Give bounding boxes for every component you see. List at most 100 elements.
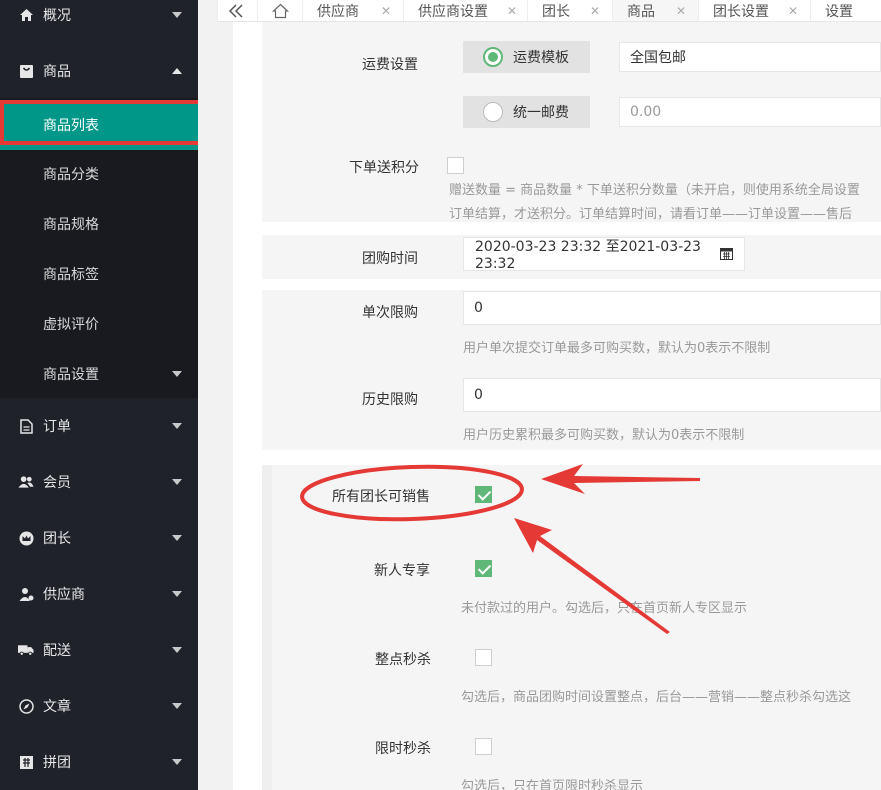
nav-supplier-label: 供应商: [43, 587, 85, 603]
radio-checked-icon: [483, 47, 503, 67]
sidebar-item-goods-spec[interactable]: 商品规格: [0, 199, 198, 249]
card-edge: [262, 465, 272, 790]
tab-goods[interactable]: 商品 ✕: [612, 0, 698, 21]
input-value: 2020-03-23 23:32 至2021-03-23 23:32: [475, 239, 701, 272]
tab-supplier[interactable]: 供应商 ✕: [302, 0, 403, 21]
users-icon: [18, 474, 34, 490]
bag-icon: [18, 63, 34, 79]
close-icon[interactable]: ✕: [676, 4, 686, 18]
sidebar-item-virtual-review[interactable]: 虚拟评价: [0, 299, 198, 349]
nav-article[interactable]: 文章: [0, 678, 198, 734]
nav-leader-label: 团长: [43, 531, 71, 547]
chevron-down-icon: [172, 759, 182, 765]
single-limit-label: 单次限购: [362, 305, 418, 321]
chevron-down-icon: [172, 647, 182, 653]
compass-icon: [18, 698, 34, 714]
shipping-template-radio[interactable]: 运费模板: [463, 41, 590, 73]
double-chevron-left-icon: [228, 4, 243, 18]
sidebar-item-label: 商品列表: [43, 118, 99, 134]
user-badge-icon: [18, 586, 34, 602]
select-value: 全国包邮: [630, 50, 686, 66]
limited-sale-label: 限时秒杀: [375, 741, 431, 757]
single-limit-help: 用户单次提交订单最多可购买数，默认为0表示不限制: [463, 341, 771, 356]
truck-icon: [18, 642, 34, 658]
chevron-down-icon: [172, 479, 182, 485]
nav-group[interactable]: 拼团: [0, 734, 198, 790]
nav-overview-label: 概况: [43, 8, 71, 24]
tab-label: 供应商设置: [418, 4, 488, 20]
sidebar-item-label: 商品分类: [43, 167, 99, 183]
history-limit-help: 用户历史累积最多可购买数，默认为0表示不限制: [463, 428, 745, 443]
sidebar-item-goods-settings[interactable]: 商品设置: [0, 349, 198, 399]
nav-leader[interactable]: 团长: [0, 510, 198, 566]
flash-sale-label: 整点秒杀: [375, 652, 431, 668]
input-value: 0: [474, 300, 483, 316]
shipping-label: 运费设置: [362, 57, 418, 73]
all-leaders-checkbox[interactable]: [475, 486, 492, 503]
close-icon[interactable]: ✕: [590, 4, 600, 18]
nav-group-label: 拼团: [43, 755, 71, 771]
nav-delivery[interactable]: 配送: [0, 622, 198, 678]
flat-shipping-input[interactable]: 0.00: [619, 97, 881, 127]
tab-bar: 供应商 ✕ 供应商设置 ✕ 团长 ✕ 商品 ✕ 团长设置 ✕ 设置: [217, 0, 881, 22]
crown-icon: [18, 530, 34, 546]
chevron-down-icon: [172, 371, 182, 377]
radio-unchecked-icon: [483, 102, 503, 122]
tab-label: 供应商: [317, 4, 359, 20]
tab-settings[interactable]: 设置: [810, 0, 881, 21]
tab-leader[interactable]: 团长 ✕: [527, 0, 612, 21]
sidebar-item-goods-tag[interactable]: 商品标签: [0, 249, 198, 299]
home-outline-icon: [272, 3, 289, 19]
history-limit-input[interactable]: 0: [463, 378, 881, 412]
order-points-checkbox[interactable]: [447, 157, 464, 174]
nav-order[interactable]: 订单: [0, 398, 198, 454]
flash-sale-checkbox[interactable]: [475, 649, 492, 666]
nav-supplier[interactable]: 供应商: [0, 566, 198, 622]
sidebar: 概况 商品 商品列表 商品分类 商品规格 商品标签 虚拟评价 商品设置 订单 会…: [0, 0, 198, 790]
nav-order-label: 订单: [43, 419, 71, 435]
nav-member[interactable]: 会员: [0, 454, 198, 510]
sidebar-item-goods-category[interactable]: 商品分类: [0, 149, 198, 199]
sidebar-item-goods-list[interactable]: 商品列表: [0, 100, 198, 150]
tab-supplier-settings[interactable]: 供应商设置 ✕: [403, 0, 527, 21]
limited-sale-checkbox[interactable]: [475, 738, 492, 755]
nav-article-label: 文章: [43, 699, 71, 715]
shipping-template-select[interactable]: 全国包邮: [619, 42, 881, 72]
chevron-down-icon: [172, 703, 182, 709]
group-time-input[interactable]: 2020-03-23 23:32 至2021-03-23 23:32: [463, 237, 745, 272]
sidebar-item-label: 虚拟评价: [43, 317, 99, 333]
radio-label: 统一邮费: [513, 105, 569, 121]
nav-delivery-label: 配送: [43, 643, 71, 659]
tab-home[interactable]: [257, 0, 302, 21]
order-points-help: 订单结算，才送积分。订单结算时间，请看订单——订单设置——售后: [449, 207, 853, 222]
sale-options-card: 所有团长可销售 新人专享 未付款过的用户。勾选后，只在首页新人专区显示 整点秒杀…: [262, 465, 881, 790]
newcomer-label: 新人专享: [374, 563, 430, 579]
close-icon[interactable]: ✕: [788, 4, 798, 18]
chevron-up-icon: [172, 68, 182, 74]
grid-icon: [18, 754, 34, 770]
calendar-icon[interactable]: [720, 247, 733, 264]
nav-goods[interactable]: 商品: [0, 43, 198, 99]
tab-label: 团长: [542, 4, 570, 20]
input-placeholder: 0.00: [630, 104, 662, 120]
chevron-down-icon: [172, 423, 182, 429]
group-time-label: 团购时间: [362, 251, 418, 267]
limits-card: 单次限购 0 用户单次提交订单最多可购买数，默认为0表示不限制 历史限购 0 用…: [262, 290, 881, 450]
goods-submenu: 商品列表 商品分类 商品规格 商品标签 虚拟评价 商品设置: [0, 98, 198, 398]
tab-leader-settings[interactable]: 团长设置 ✕: [698, 0, 810, 21]
nav-overview[interactable]: 概况: [0, 0, 198, 43]
close-icon[interactable]: ✕: [381, 4, 391, 18]
chevron-down-icon: [172, 535, 182, 541]
tab-scroll-left[interactable]: [217, 0, 257, 21]
limited-sale-help: 勾选后，只在首页限时秒杀显示: [461, 779, 644, 790]
nav-member-label: 会员: [43, 475, 71, 491]
radio-label: 运费模板: [513, 50, 569, 66]
close-icon[interactable]: ✕: [507, 4, 517, 18]
tab-label: 商品: [627, 4, 655, 20]
flat-shipping-radio[interactable]: 统一邮费: [463, 96, 590, 128]
tab-label: 设置: [825, 4, 853, 20]
sidebar-item-label: 商品标签: [43, 267, 99, 283]
single-limit-input[interactable]: 0: [463, 291, 881, 325]
chevron-down-icon: [172, 12, 182, 18]
newcomer-checkbox[interactable]: [475, 560, 492, 577]
